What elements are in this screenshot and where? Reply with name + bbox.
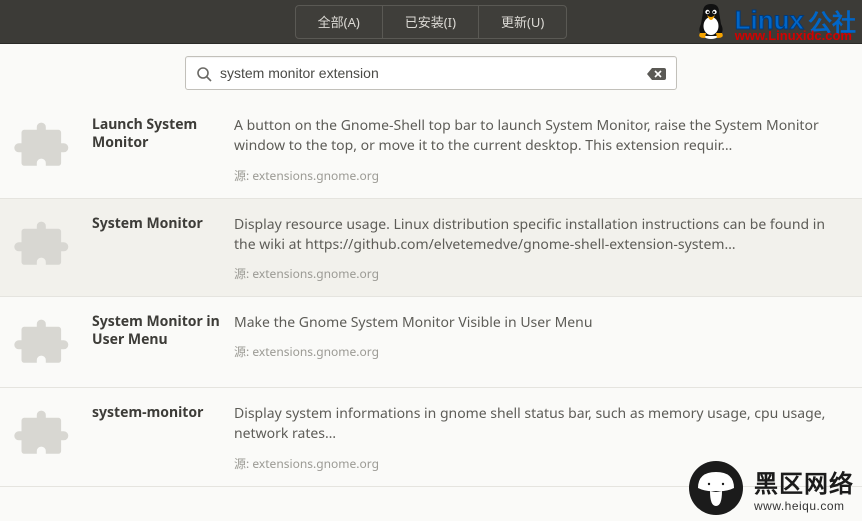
view-tabs: 全部(A) 已安装(I) 更新(U)	[295, 5, 568, 39]
results-list: Launch System Monitor A button on the Gn…	[0, 100, 862, 487]
result-item[interactable]: System Monitor Display resource usage. L…	[0, 199, 862, 298]
result-description: A button on the Gnome-Shell top bar to l…	[234, 116, 842, 157]
result-source: 源: extensions.gnome.org	[234, 343, 842, 360]
search-icon	[196, 65, 212, 81]
search-row	[0, 44, 862, 100]
extension-icon	[14, 315, 72, 373]
result-source: 源: extensions.gnome.org	[234, 455, 842, 472]
result-title-col: system-monitor	[92, 404, 234, 472]
result-title-col: System Monitor	[92, 215, 234, 283]
result-desc-col: A button on the Gnome-Shell top bar to l…	[234, 116, 848, 184]
result-name: Launch System Monitor	[92, 116, 224, 152]
extension-icon	[14, 118, 72, 176]
result-desc-col: Display system informations in gnome she…	[234, 404, 848, 472]
result-item[interactable]: System Monitor in User Menu Make the Gno…	[0, 297, 862, 388]
result-name: System Monitor in User Menu	[92, 313, 224, 349]
search-box[interactable]	[185, 56, 677, 90]
result-desc-col: Display resource usage. Linux distributi…	[234, 215, 848, 283]
tab-updates[interactable]: 更新(U)	[478, 5, 567, 39]
result-item[interactable]: Launch System Monitor A button on the Gn…	[0, 100, 862, 199]
result-name: system-monitor	[92, 404, 224, 422]
tab-installed[interactable]: 已安装(I)	[382, 5, 479, 39]
search-input[interactable]	[220, 65, 646, 81]
result-source: 源: extensions.gnome.org	[234, 265, 842, 282]
tab-all[interactable]: 全部(A)	[295, 5, 383, 39]
watermark-bottom-url: www.heiqu.com	[754, 499, 854, 513]
result-item[interactable]: system-monitor Display system informatio…	[0, 388, 862, 487]
result-source: 源: extensions.gnome.org	[234, 167, 842, 184]
result-name: System Monitor	[92, 215, 224, 233]
result-description: Display resource usage. Linux distributi…	[234, 215, 842, 256]
result-description: Display system informations in gnome she…	[234, 404, 842, 445]
extension-icon	[14, 406, 72, 464]
extension-icon	[14, 217, 72, 275]
clear-search-icon[interactable]	[646, 65, 666, 81]
result-description: Make the Gnome System Monitor Visible in…	[234, 313, 842, 333]
header-bar: 全部(A) 已安装(I) 更新(U)	[0, 0, 862, 44]
result-title-col: System Monitor in User Menu	[92, 313, 234, 373]
result-desc-col: Make the Gnome System Monitor Visible in…	[234, 313, 848, 373]
result-title-col: Launch System Monitor	[92, 116, 234, 184]
